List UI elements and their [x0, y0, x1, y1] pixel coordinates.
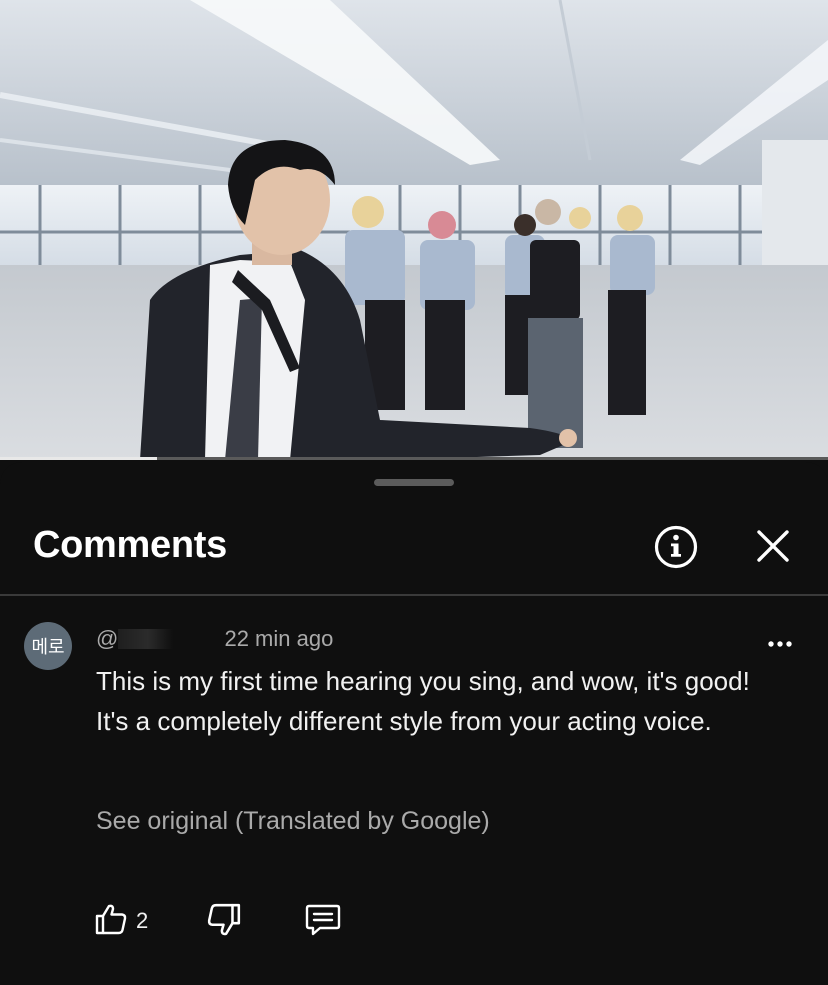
reply-button[interactable]	[304, 902, 342, 938]
panel-divider	[0, 594, 828, 596]
video-progress-bar[interactable]	[0, 457, 828, 460]
close-icon	[757, 530, 789, 562]
redacted-username	[118, 629, 219, 649]
thumbs-down-icon	[207, 903, 241, 936]
see-original-link[interactable]: See original (Translated by Google)	[96, 807, 490, 836]
comments-panel: Comments 메로 @ 22 min ago This is my firs…	[0, 462, 828, 985]
author-handle-prefix: @	[96, 626, 119, 651]
panel-title: Comments	[33, 524, 227, 566]
video-frame	[0, 0, 828, 460]
more-options-icon	[768, 641, 792, 647]
like-count: 2	[136, 908, 149, 933]
more-options-button[interactable]	[762, 632, 798, 656]
info-button[interactable]	[652, 523, 700, 571]
info-circle-icon	[654, 525, 698, 569]
comment-author[interactable]: @	[96, 626, 219, 651]
thumbs-up-icon	[95, 904, 127, 935]
comment-body: This is my first time hearing you sing, …	[96, 666, 750, 736]
dislike-button[interactable]	[206, 902, 242, 938]
video-progress-fill	[0, 457, 158, 460]
drag-handle[interactable]	[374, 479, 454, 486]
comment-timestamp: 22 min ago	[224, 626, 334, 651]
comment-meta: @ 22 min ago	[96, 626, 333, 652]
like-button[interactable]	[94, 902, 128, 936]
reply-icon	[305, 904, 341, 936]
video-player[interactable]	[0, 0, 828, 460]
close-button[interactable]	[750, 523, 796, 569]
avatar[interactable]: 메로	[24, 622, 72, 670]
